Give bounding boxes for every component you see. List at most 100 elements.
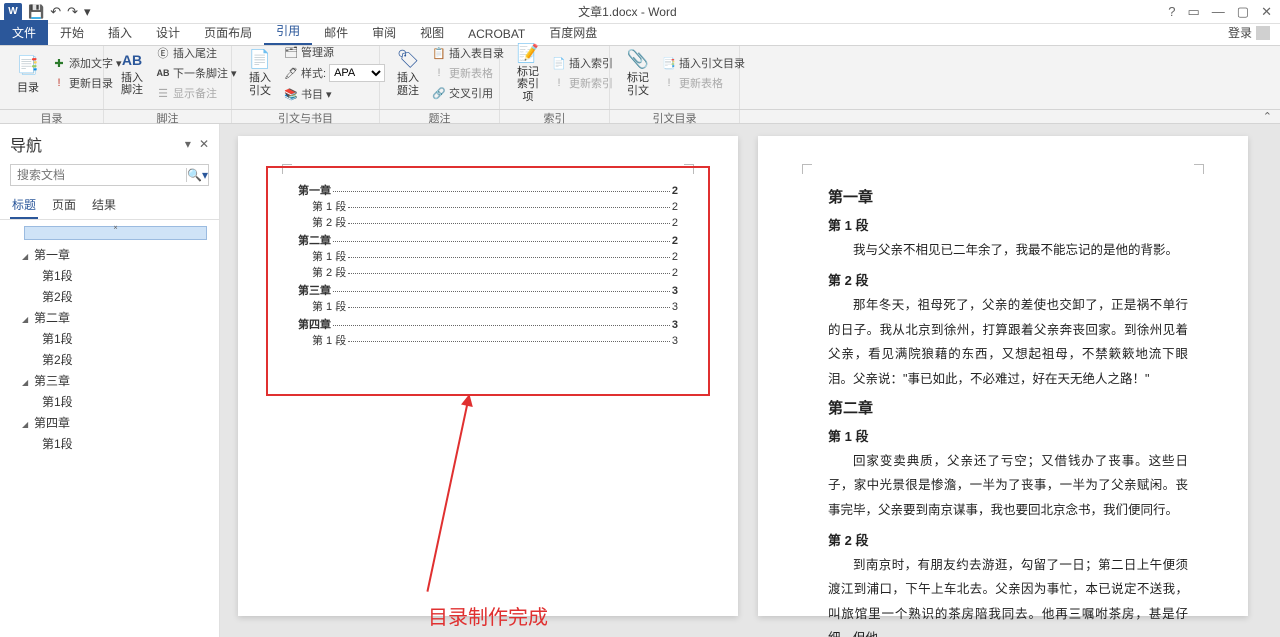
tab-mailings[interactable]: 邮件 [312,20,360,45]
tab-acrobat[interactable]: ACROBAT [456,23,537,45]
tab-file[interactable]: 文件 [0,20,48,45]
show-notes-icon: ☰ [156,86,170,100]
caption-icon: 🏷 [394,49,422,70]
update-tof-button[interactable]: !更新表格 [428,64,508,82]
window-title: 文章1.docx - Word [95,3,1161,20]
heading-2: 第 1 段 [828,215,1188,234]
avatar-icon [1256,26,1270,40]
nav-tabs: 标题 页面 结果 [0,192,219,220]
nav-outline-item[interactable]: 第二章 [6,307,213,328]
redo-icon[interactable]: ↷ [67,4,78,20]
toc-button[interactable]: 📑 目录 [8,50,48,96]
manage-sources-button[interactable]: 🗂管理源 [280,43,389,61]
nav-current-pos[interactable] [24,226,207,240]
search-icon[interactable]: 🔍▾ [186,168,208,182]
next-footnote-button[interactable]: AB下一条脚注 ▾ [152,64,241,82]
nav-search-box[interactable]: 🔍▾ [10,164,209,186]
citation-style-dropdown[interactable]: APA [329,64,385,82]
nav-outline-item[interactable]: 第2段 [6,286,213,307]
insert-toa-button[interactable]: 📑插入引文目录 [658,54,749,72]
nav-options-icon[interactable]: ▾ [185,137,191,151]
cross-reference-button[interactable]: 🔗交叉引用 [428,84,508,102]
manage-sources-icon: 🗂 [284,45,298,59]
undo-icon[interactable]: ↶ [50,4,61,20]
citation-style-select[interactable]: 🖊样式: APA [280,63,389,83]
tab-references[interactable]: 引用 [264,18,312,45]
toa-icon: 📑 [662,56,676,70]
insert-footnote-button[interactable]: AB 插入脚注 [112,50,152,96]
close-icon[interactable]: ✕ [1261,4,1272,20]
toc-row: 第 1 段3 [298,332,678,348]
minimize-icon[interactable]: — [1212,4,1225,20]
annotation-arrow [426,396,470,592]
update-index-icon: ! [552,76,566,90]
toc-icon: 📑 [14,52,42,80]
ribbon-options-icon[interactable]: ▭ [1188,4,1200,20]
paragraph: 到南京时，有朋友约去游逛，勾留了一日；第二日上午便须渡江到浦口，下午上车北去。父… [828,553,1188,637]
nav-outline-item[interactable]: 第1段 [6,328,213,349]
annotation-caption: 目录制作完成 [428,601,548,630]
nav-tab-results[interactable]: 结果 [90,192,118,219]
mark-citation-icon: 📎 [624,49,652,70]
toc-row: 第一章2 [298,182,678,198]
mark-index-entry-button[interactable]: 📝 标记索引项 [508,50,548,96]
sign-in-button[interactable]: 登录 [1218,20,1280,45]
restore-icon[interactable]: ▢ [1237,4,1249,20]
nav-title: 导航 [10,132,42,156]
quick-access-toolbar: W 💾 ↶ ↷ ▾ [0,3,95,21]
nav-tab-pages[interactable]: 页面 [50,192,78,219]
toc-row: 第 2 段2 [298,264,678,280]
nav-outline-item[interactable]: 第1段 [6,391,213,412]
tab-review[interactable]: 审阅 [360,20,408,45]
update-index-button[interactable]: !更新索引 [548,74,617,92]
insert-index-button[interactable]: 📄插入索引 [548,54,617,72]
add-text-icon: ✚ [52,56,66,70]
nav-outline-item[interactable]: 第一章 [6,244,213,265]
tab-design[interactable]: 设计 [144,20,192,45]
show-notes-button[interactable]: ☰显示备注 [152,84,241,102]
nav-outline-item[interactable]: 第2段 [6,349,213,370]
nav-outline-item[interactable]: 第三章 [6,370,213,391]
update-toa-button[interactable]: !更新表格 [658,74,749,92]
citation-icon: 📄 [246,49,274,70]
footnote-icon: AB [118,50,146,70]
page-2: 第一章 第 1 段 我与父亲不相见已二年余了，我最不能忘记的是他的背影。 第 2… [758,136,1248,616]
nav-outline-item[interactable]: 第1段 [6,433,213,454]
tab-insert[interactable]: 插入 [96,20,144,45]
collapse-ribbon-icon[interactable]: ⌃ [740,110,1280,123]
tab-layout[interactable]: 页面布局 [192,20,264,45]
heading-1: 第一章 [828,186,1188,207]
update-toa-icon: ! [662,76,676,90]
mark-citation-button[interactable]: 📎 标记引文 [618,50,658,96]
document-area[interactable]: 第一章2第 1 段2第 2 段2第二章2第 1 段2第 2 段2第三章3第 1 … [220,124,1280,637]
nav-close-icon[interactable]: ✕ [199,137,209,151]
heading-1: 第二章 [828,397,1188,418]
nav-outline-item[interactable]: 第1段 [6,265,213,286]
tab-baidu[interactable]: 百度网盘 [537,20,609,45]
endnote-icon: Ⓔ [156,46,170,60]
insert-table-of-figures-button[interactable]: 📋插入表目录 [428,44,508,62]
update-icon: ! [52,76,66,90]
insert-index-icon: 📄 [552,56,566,70]
heading-2: 第 1 段 [828,426,1188,445]
toc-row: 第 1 段2 [298,198,678,214]
help-icon[interactable]: ? [1168,4,1175,20]
paragraph: 那年冬天，祖母死了，父亲的差使也交卸了，正是祸不单行的日子。我从北京到徐州，打算… [828,293,1188,391]
index-entry-icon: 📝 [514,43,542,64]
insert-citation-button[interactable]: 📄 插入引文 [240,50,280,96]
insert-caption-button[interactable]: 🏷 插入题注 [388,50,428,96]
tab-view[interactable]: 视图 [408,20,456,45]
customize-qat-icon[interactable]: ▾ [84,4,91,20]
update-tof-icon: ! [432,66,446,80]
tof-icon: 📋 [432,46,446,60]
save-icon[interactable]: 💾 [28,4,44,20]
nav-search-input[interactable] [11,168,186,182]
tab-home[interactable]: 开始 [48,20,96,45]
style-icon: 🖊 [284,66,298,80]
toc-row: 第四章3 [298,316,678,332]
bibliography-button[interactable]: 📚书目 ▾ [280,85,389,103]
insert-endnote-button[interactable]: Ⓔ插入尾注 [152,44,241,62]
table-of-contents: 第一章2第 1 段2第 2 段2第二章2第 1 段2第 2 段2第三章3第 1 … [298,180,678,348]
nav-outline-item[interactable]: 第四章 [6,412,213,433]
nav-tab-headings[interactable]: 标题 [10,192,38,219]
